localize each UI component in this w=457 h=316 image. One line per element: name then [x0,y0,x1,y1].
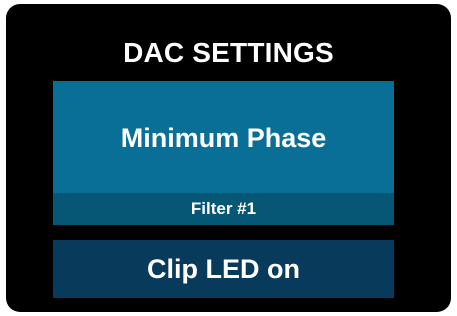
filter-label: Filter #1 [53,193,394,225]
filter-value: Minimum Phase [120,123,327,153]
clip-led-toggle[interactable]: Clip LED on [53,240,394,298]
dac-settings-screen: DAC SETTINGS Minimum Phase Filter #1 Cli… [6,4,451,312]
filter-selector[interactable]: Minimum Phase Filter #1 [53,81,394,225]
screen-title: DAC SETTINGS [123,37,334,68]
